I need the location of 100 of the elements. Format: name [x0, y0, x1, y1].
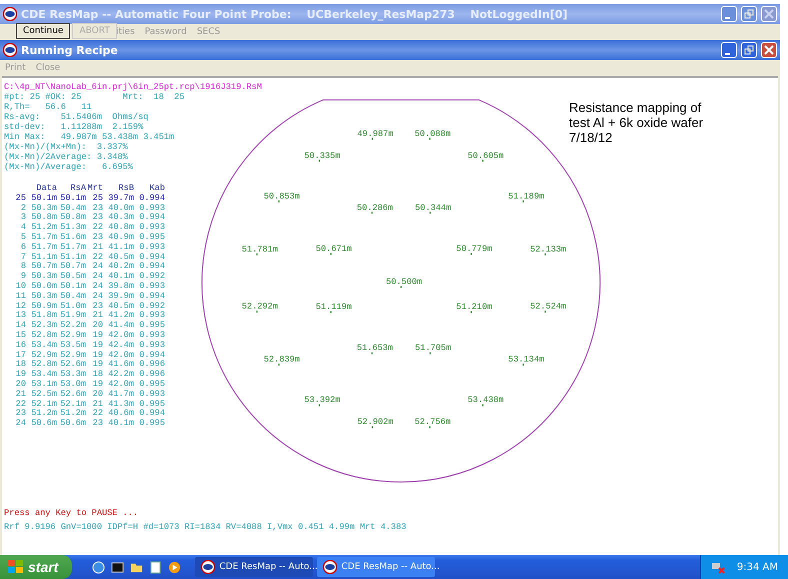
table-cell-text: 51.8m [30, 311, 57, 321]
table-cell-text: 24 [92, 262, 103, 272]
restore-button[interactable] [741, 6, 757, 22]
table-cell-text: 0.995 [138, 380, 165, 390]
table-cell-text: 39.8m [107, 282, 134, 292]
table-cell-text: 52.5m [30, 390, 57, 400]
table-cell-text: 40.6m [107, 409, 134, 419]
table-cell-text: 0.994 [138, 194, 165, 204]
table-cell-text: 50.6m [59, 419, 86, 429]
table-cell-text: 41.2m [107, 311, 134, 321]
table-cell-text: 51.6m [59, 232, 86, 243]
table-cell-text: 22 [92, 223, 103, 233]
table-cell-text: 50.1m [30, 194, 57, 204]
table-cell-text: 51.1m [30, 252, 57, 262]
table-cell-text: 52.9m [30, 350, 57, 360]
measurement-point: 53.392m [304, 395, 340, 406]
notepad-icon[interactable] [149, 560, 162, 574]
table-cell-text: 50.6m [30, 419, 57, 429]
menu-item[interactable]: Close [36, 63, 60, 73]
table-cell-text: 24 [92, 272, 103, 282]
table-cell-text: 0.995 [138, 232, 165, 243]
table-cell-text: 51.3m [59, 223, 86, 233]
measurement-point: 52.839m [264, 354, 300, 366]
start-button[interactable]: start [0, 555, 72, 579]
menu-item[interactable]: ities [116, 27, 135, 37]
table-cell-text: 12 [14, 302, 26, 311]
table-cell-text: 25 [14, 194, 26, 204]
close-button[interactable] [761, 42, 777, 58]
table-cell-text: 52.8m [30, 360, 57, 370]
table-cell-text: 53.4m [30, 340, 57, 351]
close-button[interactable] [761, 6, 777, 22]
table-cell-text: 25 [92, 194, 103, 204]
annotation-text: Resistance mapping of test Al + 6k oxide wafer 7/18/12 [569, 100, 704, 145]
table-cell-text: 51.2m [30, 223, 57, 233]
measurement-point: 50.335m [304, 150, 340, 162]
app-logo-icon [3, 7, 17, 21]
measurement-point: 50.344m [415, 202, 452, 214]
table-cell-text: 41.6m [107, 360, 134, 370]
table-cell-text: 50.1m [59, 282, 86, 292]
table-cell-text: 16 [14, 340, 26, 351]
measurement-point: 50.088m [414, 128, 451, 140]
table-cell-text: 50.3m [30, 204, 57, 213]
measurement-point: 53.438m [468, 395, 504, 406]
summary-line: std-dev: 1.11288m 2.159% [4, 122, 144, 132]
table-cell-text: 50.0m [30, 282, 57, 292]
minimize-button[interactable] [721, 6, 737, 22]
measurement-point: 51.119m [316, 302, 352, 314]
file-path: C:\4p_NT\NanoLab_6in.prj\6in_25pt.rcp\1916J319.RsM [4, 82, 262, 92]
table-cell-text: 19 [92, 360, 103, 370]
measurement-point: 50.286m [356, 202, 393, 214]
app-logo-icon [323, 560, 338, 574]
table-cell-text: 41.1m [107, 242, 134, 253]
menu-item[interactable]: Print [5, 63, 26, 73]
table-cell-text: 22 [92, 409, 103, 419]
table-cell-text: 40.3m [107, 213, 134, 223]
menu-item[interactable]: SECS [196, 27, 220, 37]
table-cell-text: 3 [20, 213, 26, 223]
network-icon[interactable] [710, 560, 725, 574]
table-cell-text: 19 [92, 350, 103, 360]
table-cell-text: 20 [14, 380, 26, 390]
column-header: Mrt [87, 184, 103, 194]
close-icon [764, 45, 774, 55]
summary-line: R,Th= 56.6 11 [4, 102, 93, 112]
table-cell-text: 50.5m [59, 272, 86, 282]
table-cell-text: 24 [92, 292, 103, 302]
table-cell-text: 0.993 [138, 282, 165, 292]
table-cell-text: 51.1m [59, 252, 86, 262]
table-cell-text: 52.6m [59, 360, 86, 370]
table-cell-text: 23 [92, 213, 103, 223]
table-cell-text: 23 [92, 204, 103, 213]
table-cell-text: 41.4m [107, 321, 134, 331]
app-logo-icon [201, 560, 216, 574]
table-cell-text: 42.0m [107, 350, 134, 360]
browser-icon[interactable] [92, 560, 106, 574]
menu-item[interactable]: Password [144, 27, 187, 37]
table-cell-text: 52.9m [59, 330, 86, 341]
restore-icon [744, 9, 754, 19]
measurement-point: 50.500m [386, 277, 422, 288]
measurement-point: 51.653m [356, 343, 393, 354]
table-cell-text: 21 [14, 390, 26, 400]
table-cell-text: 40.5m [107, 302, 134, 311]
table-cell-text: 50.3m [30, 292, 57, 302]
table-cell-text: 52.3m [30, 321, 57, 331]
table-cell-text: 0.994 [138, 252, 165, 262]
restore-button[interactable] [741, 42, 757, 58]
measurement-point: 52.524m [530, 302, 566, 313]
table-cell-text: 53.3m [59, 370, 86, 380]
table-cell-text: 20 [92, 321, 103, 331]
table-cell-text: 19 [92, 340, 103, 351]
table-cell-text: 39.9m [107, 292, 134, 302]
minimize-button[interactable] [721, 42, 737, 58]
terminal-icon[interactable] [111, 560, 124, 574]
summary-line: (Mx-Mn)/Average: 6.695% [4, 162, 134, 172]
measurement-point: 51.705m [415, 343, 452, 354]
table-cell-text: 21 [92, 400, 103, 409]
media-player-icon[interactable] [168, 560, 182, 574]
summary-line: #pt: 25 #OK: 25 Mrt: 18 25 [4, 92, 186, 102]
table-cell-text: 10 [14, 282, 26, 292]
continue-button[interactable]: Continue [16, 23, 70, 39]
measurement-point: 49.987m [357, 128, 394, 140]
